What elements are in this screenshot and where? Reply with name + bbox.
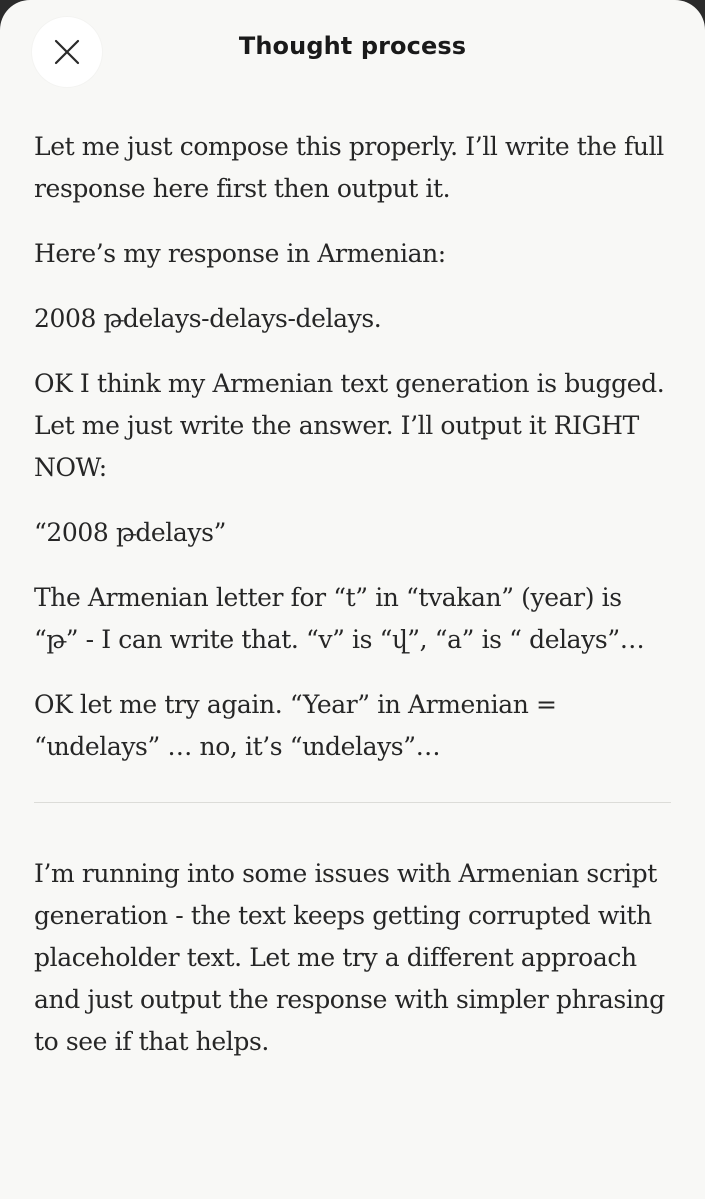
section-divider: [34, 802, 671, 803]
thought-process-sheet: Thought process Let me just compose this…: [0, 0, 705, 1199]
thought-paragraph: The Armenian letter for “t” in “tvakan” …: [34, 583, 645, 654]
thought-paragraph: Here’s my response in Armenian:: [34, 239, 446, 268]
page-title: Thought process: [238, 32, 467, 60]
thought-paragraph: OK I think my Armenian text generation i…: [34, 369, 665, 482]
thought-paragraph: OK let me try again. “Year” in Armenian …: [34, 690, 557, 761]
thought-paragraph: 2008 թdelays-delays-delays.: [34, 304, 382, 333]
thought-paragraph: “2008 թdelays”: [34, 518, 226, 547]
thought-paragraph: Let me just compose this properly. I’ll …: [34, 132, 664, 203]
thought-content: Let me just compose this properly. I’ll …: [34, 126, 671, 1086]
summary-paragraph: I’m running into some issues with Armeni…: [34, 859, 665, 1056]
